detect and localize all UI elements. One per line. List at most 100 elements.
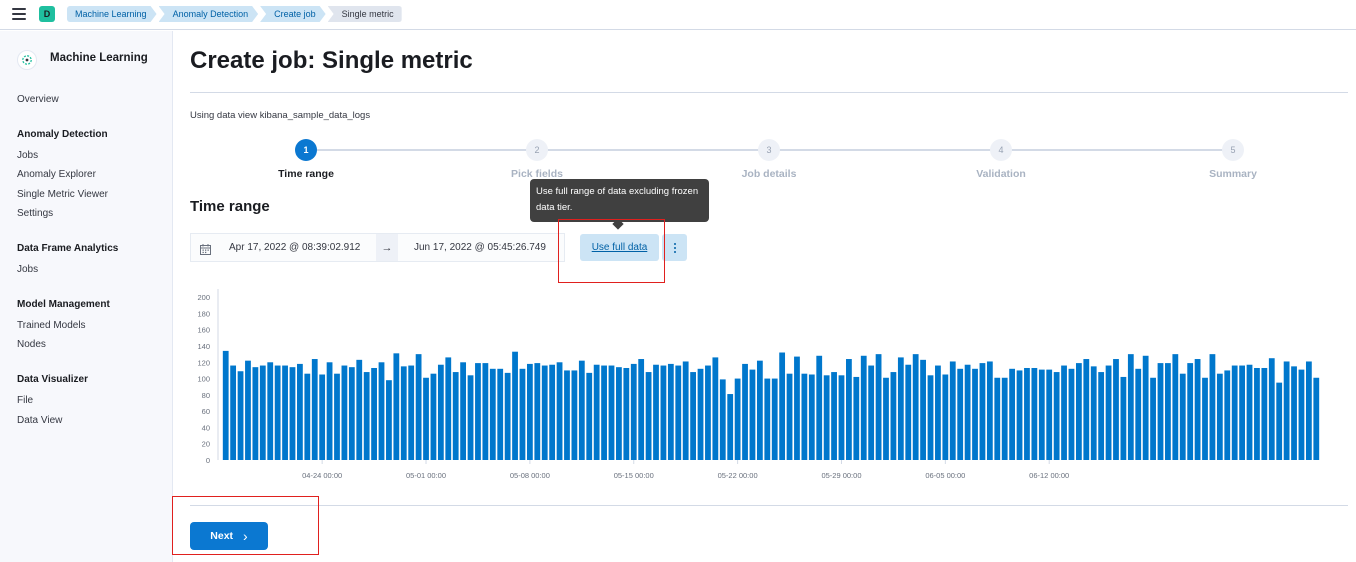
chart-bar: [519, 368, 526, 460]
chart-bar: [1016, 370, 1023, 460]
date-range-picker: Apr 17, 2022 @ 08:39:02.912 → Jun 17, 20…: [190, 233, 565, 262]
chart-bar: [1291, 366, 1297, 460]
chart-bar: [608, 365, 615, 460]
sidebar-item-anomaly-explorer[interactable]: Anomaly Explorer: [17, 169, 96, 180]
more-options-icon[interactable]: [662, 234, 687, 261]
chart-bar: [831, 372, 837, 460]
chart-bar: [549, 364, 556, 460]
sidebar-title: Machine Learning: [50, 52, 148, 64]
step-1-label: Time range: [278, 168, 334, 180]
next-button[interactable]: Next ›: [190, 522, 268, 550]
chart-bar: [675, 365, 682, 460]
use-full-data-button[interactable]: Use full data: [580, 234, 659, 261]
y-tick-label: 80: [202, 391, 210, 400]
chart-bar: [779, 352, 786, 460]
step-2-circle: 2: [526, 139, 548, 161]
sidebar-item-single-metric-viewer[interactable]: Single Metric Viewer: [17, 189, 108, 200]
chart-bar: [986, 361, 993, 460]
y-tick-label: 160: [197, 326, 210, 335]
step-1-circle: 1: [295, 139, 317, 161]
chart-bar: [1254, 367, 1260, 460]
space-avatar[interactable]: D: [39, 6, 55, 22]
sidebar-item-nodes[interactable]: Nodes: [17, 339, 46, 350]
chart-bar: [1105, 365, 1112, 460]
chart-bar: [475, 363, 481, 460]
chart-bar: [319, 374, 326, 460]
chart-bar: [1053, 372, 1060, 460]
chart-bar: [935, 365, 941, 460]
chart-bar: [1090, 366, 1097, 460]
breadcrumb-machine-learning[interactable]: Machine Learning: [67, 6, 157, 22]
x-tick-label: 05-08 00:00: [510, 471, 550, 480]
chart-bar: [526, 363, 533, 460]
chart-bar: [393, 353, 400, 460]
chart-bar: [1068, 368, 1075, 460]
calendar-icon[interactable]: [200, 242, 211, 260]
chart-bar: [667, 363, 674, 460]
sidebar-item-ad-jobs[interactable]: Jobs: [17, 150, 38, 161]
chart-bar: [460, 362, 467, 460]
chart-bar: [497, 368, 504, 460]
chart-bar: [378, 362, 385, 460]
sidebar-item-data-view[interactable]: Data View: [17, 415, 62, 426]
step-3-label: Job details: [741, 168, 797, 180]
sidebar-item-trained-models[interactable]: Trained Models: [17, 320, 86, 331]
chart-bar: [638, 359, 645, 460]
chart-bar: [712, 357, 719, 460]
page-title: Create job: Single metric: [190, 47, 473, 74]
y-tick-label: 140: [197, 342, 210, 351]
chart-bar: [1239, 365, 1245, 460]
chart-bar: [771, 378, 778, 460]
step-5-circle: 5: [1222, 139, 1244, 161]
chart-bar: [682, 361, 689, 460]
chart-bar: [623, 367, 630, 460]
chart-bar: [326, 362, 333, 460]
chart-bar: [1165, 363, 1171, 460]
chart-bar: [371, 367, 377, 460]
chart-bar: [259, 365, 266, 460]
chart-bar: [400, 366, 407, 460]
chart-bar: [1283, 361, 1290, 460]
chart-bar: [660, 365, 667, 460]
chart-bar: [1031, 367, 1038, 460]
sidebar-item-settings[interactable]: Settings: [17, 208, 53, 219]
chart-bar: [846, 359, 852, 460]
chart-bar: [1075, 363, 1082, 460]
start-date-input[interactable]: Apr 17, 2022 @ 08:39:02.912: [229, 242, 360, 253]
top-header: D Machine Learning Anomaly Detection Cre…: [0, 0, 1356, 30]
chart-bar: [794, 356, 800, 460]
chart-bar: [363, 372, 370, 460]
sidebar-item-file[interactable]: File: [17, 395, 33, 406]
end-date-input[interactable]: Jun 17, 2022 @ 05:45:26.749: [414, 242, 546, 253]
chart-bar: [705, 365, 711, 460]
chart-bar: [1024, 367, 1030, 460]
chart-bar: [504, 372, 511, 460]
x-tick-label: 05-22 00:00: [718, 471, 758, 480]
chart-bar: [564, 370, 570, 460]
chart-bar: [274, 365, 281, 460]
chart-bar: [430, 373, 437, 460]
menu-icon[interactable]: [12, 8, 26, 20]
chart-bar: [697, 368, 704, 460]
breadcrumb-single-metric: Single metric: [327, 6, 402, 22]
chart-bar: [1209, 354, 1216, 460]
sidebar-item-overview[interactable]: Overview: [17, 94, 59, 105]
chart-bar: [897, 357, 904, 460]
chart-bar: [556, 362, 563, 460]
chart-bar: [749, 369, 756, 460]
chart-bar: [1127, 354, 1134, 460]
breadcrumb-create-job[interactable]: Create job: [260, 6, 326, 22]
chart-bar: [742, 363, 748, 460]
chart-bar: [942, 374, 949, 460]
event-rate-chart: 0 20 40 60 80 100 120 140 160 180 200 04-24 00:00 05…: [190, 285, 1330, 490]
chart-bar: [905, 364, 912, 460]
chart-bar: [1120, 376, 1127, 460]
chart-bar: [1046, 369, 1053, 460]
chart-bar: [252, 367, 259, 460]
chart-bar: [734, 378, 741, 460]
breadcrumb-anomaly-detection[interactable]: Anomaly Detection: [159, 6, 259, 22]
chart-bar: [875, 354, 882, 460]
chart-bar: [883, 377, 889, 460]
machine-learning-icon: [17, 50, 37, 70]
sidebar-item-dfa-jobs[interactable]: Jobs: [17, 264, 38, 275]
